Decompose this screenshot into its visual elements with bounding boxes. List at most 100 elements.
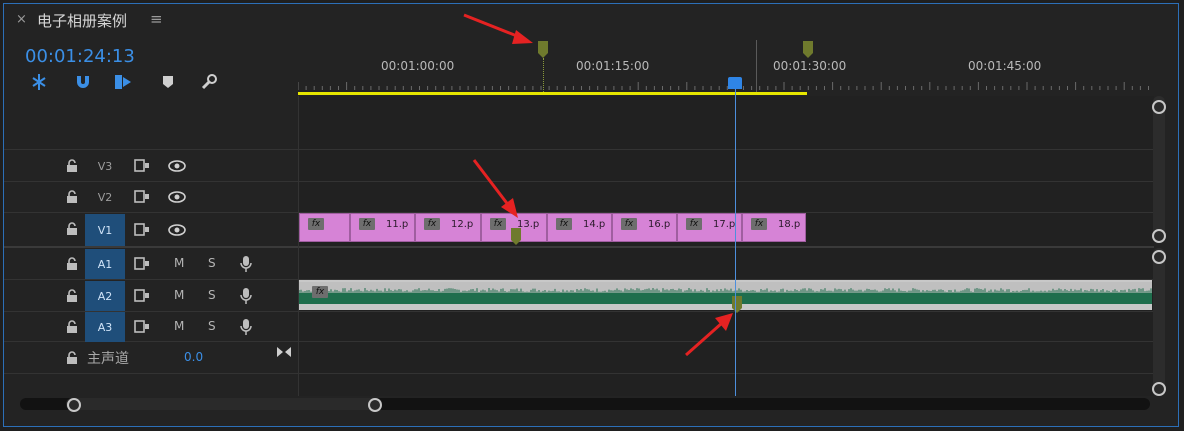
- clip-name: 12.p: [451, 219, 474, 230]
- lock-icon[interactable]: [66, 351, 78, 365]
- close-tab-icon[interactable]: ×: [16, 12, 27, 27]
- track-name[interactable]: A1: [85, 249, 125, 279]
- scroll-handle[interactable]: [1152, 229, 1166, 243]
- mute-button[interactable]: M: [174, 288, 184, 302]
- track-header-v3: V3: [4, 151, 298, 181]
- eye-icon[interactable]: [167, 190, 187, 207]
- audio-clip[interactable]: fx: [299, 280, 1152, 310]
- fx-badge: fx: [359, 218, 375, 230]
- scroll-handle[interactable]: [1152, 250, 1166, 264]
- fx-badge: fx: [312, 286, 328, 298]
- track-header-a2: A2 M S: [4, 281, 298, 311]
- track-header-master: 主声道 0.0: [4, 343, 298, 373]
- scroll-handle[interactable]: [1152, 100, 1166, 114]
- timeline-settings-wrench-icon[interactable]: [198, 72, 220, 92]
- microphone-icon[interactable]: [240, 318, 252, 339]
- sync-lock-icon[interactable]: [134, 257, 150, 274]
- fx-badge: fx: [424, 218, 440, 230]
- clip-name: 16.p: [648, 219, 671, 230]
- lock-icon[interactable]: [66, 190, 78, 204]
- horizontal-scroll-thumb[interactable]: [66, 398, 382, 410]
- video-clip[interactable]: fx 14.p: [547, 213, 612, 242]
- sync-lock-icon[interactable]: [134, 320, 150, 337]
- go-to-in-out-icon[interactable]: [276, 346, 292, 361]
- fx-badge: fx: [308, 218, 324, 230]
- clip-name: 17.p: [713, 219, 736, 230]
- sync-lock-icon[interactable]: [134, 223, 150, 240]
- clip-name: 11.p: [386, 219, 409, 230]
- lock-icon[interactable]: [66, 320, 78, 334]
- ruler-divider: [756, 40, 757, 92]
- track-name[interactable]: V2: [85, 182, 125, 212]
- eye-icon[interactable]: [167, 159, 187, 176]
- video-clip[interactable]: fx 18.p: [742, 213, 806, 242]
- master-track-label: 主声道: [87, 351, 129, 367]
- track-name[interactable]: A2: [85, 281, 125, 311]
- marker-guide: [543, 58, 545, 92]
- solo-button[interactable]: S: [208, 288, 216, 302]
- lock-icon[interactable]: [66, 222, 78, 236]
- lock-icon[interactable]: [66, 257, 78, 271]
- playhead-handle[interactable]: [728, 77, 742, 89]
- fx-badge: fx: [556, 218, 572, 230]
- ruler-label: 00:01:00:00: [381, 59, 455, 73]
- zoom-handle-right[interactable]: [368, 398, 382, 412]
- insert-overwrite-sequences-icon[interactable]: [28, 72, 50, 92]
- master-volume-value[interactable]: 0.0: [184, 350, 203, 364]
- sync-lock-icon[interactable]: [134, 159, 150, 176]
- panel-menu-icon[interactable]: ≡: [150, 10, 163, 28]
- microphone-icon[interactable]: [240, 255, 252, 276]
- fx-badge: fx: [490, 218, 506, 230]
- track-header-a1: A1 M S: [4, 249, 298, 279]
- clip-marker[interactable]: [511, 228, 521, 245]
- lock-icon[interactable]: [66, 159, 78, 173]
- scroll-handle[interactable]: [1152, 382, 1166, 396]
- video-clip[interactable]: fx 16.p: [612, 213, 677, 242]
- mute-button[interactable]: M: [174, 319, 184, 333]
- fx-badge: fx: [686, 218, 702, 230]
- playhead-timecode[interactable]: 00:01:24:13: [25, 46, 135, 67]
- playhead-line[interactable]: [735, 86, 736, 396]
- video-clip[interactable]: fx 12.p: [415, 213, 481, 242]
- zoom-handle-left[interactable]: [67, 398, 81, 412]
- ruler-label: 00:01:45:00: [968, 59, 1042, 73]
- waveform-channel-bottom: [299, 293, 1152, 304]
- sync-lock-icon[interactable]: [134, 190, 150, 207]
- sequence-marker[interactable]: [538, 41, 548, 58]
- clip-name: 14.p: [583, 219, 606, 230]
- track-header-v2: V2: [4, 182, 298, 212]
- work-area-bar[interactable]: [298, 92, 807, 95]
- mute-button[interactable]: M: [174, 256, 184, 270]
- sequence-tab-title[interactable]: 电子相册案例: [37, 10, 127, 31]
- video-clip[interactable]: fx 17.p: [677, 213, 742, 242]
- track-name[interactable]: A3: [85, 312, 125, 342]
- clip-name: 18.p: [778, 219, 801, 230]
- fx-badge: fx: [751, 218, 767, 230]
- track-name[interactable]: V3: [85, 151, 125, 181]
- snap-magnet-icon[interactable]: [72, 72, 94, 92]
- eye-icon[interactable]: [167, 223, 187, 240]
- audio-scroll-track[interactable]: [1153, 248, 1165, 396]
- sequence-marker[interactable]: [803, 41, 813, 58]
- video-clip[interactable]: fx: [299, 213, 350, 242]
- track-header-v1: V1: [4, 214, 298, 246]
- video-audio-divider: [4, 246, 1154, 248]
- linked-selection-icon[interactable]: [112, 72, 134, 92]
- header-divider: [298, 96, 299, 396]
- lock-icon[interactable]: [66, 289, 78, 303]
- track-header-a3: A3 M S: [4, 312, 298, 342]
- solo-button[interactable]: S: [208, 319, 216, 333]
- clip-marker[interactable]: [732, 296, 742, 313]
- track-name[interactable]: V1: [85, 214, 125, 246]
- track-divider: [4, 149, 1154, 150]
- video-scroll-track[interactable]: [1153, 96, 1165, 242]
- video-clip[interactable]: fx 11.p: [350, 213, 415, 242]
- microphone-icon[interactable]: [240, 287, 252, 308]
- vertical-scrollbar[interactable]: [1153, 96, 1165, 396]
- fx-badge: fx: [621, 218, 637, 230]
- ruler-label: 00:01:30:00: [773, 59, 847, 73]
- track-divider: [4, 373, 1154, 374]
- solo-button[interactable]: S: [208, 256, 216, 270]
- sync-lock-icon[interactable]: [134, 289, 150, 306]
- add-marker-icon[interactable]: [157, 72, 179, 92]
